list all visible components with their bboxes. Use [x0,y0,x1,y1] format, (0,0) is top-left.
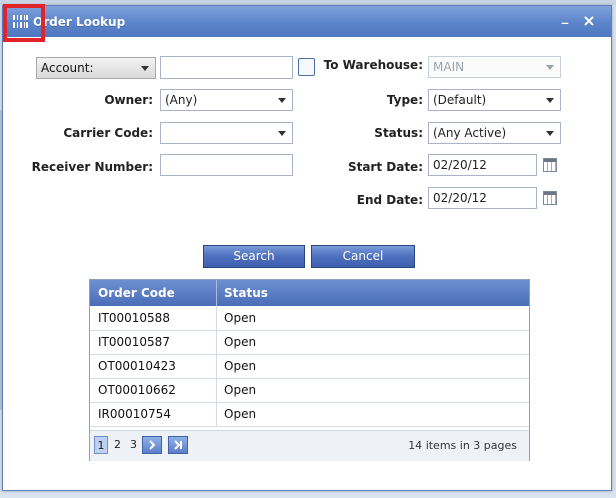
account-input[interactable] [160,56,293,79]
search-button[interactable]: Search [203,245,305,268]
column-header-order-code[interactable]: Order Code [98,286,175,300]
last-page-icon [174,440,182,450]
order-code-cell: IT00010587 [98,335,170,349]
type-label: Type: [386,93,423,107]
type-select[interactable]: (Default) [428,89,561,111]
chevron-down-icon [546,65,554,70]
chevron-down-icon [278,98,286,103]
minimize-button[interactable]: _ [557,10,573,26]
order-code-cell: OT00010423 [98,359,176,373]
owner-label: Owner: [104,93,153,107]
column-divider [216,280,217,306]
table-row[interactable]: OT00010662 Open [90,378,529,403]
account-type-value: Account: [41,61,94,75]
type-select-value: (Default) [433,93,487,107]
cell-divider [216,306,217,330]
window-title: Order Lookup [33,15,126,29]
receiver-number-label: Receiver Number: [31,160,153,174]
to-warehouse-value: MAIN [433,60,465,74]
orders-grid: Order Code Status IT00010588 Open IT0001… [89,279,530,461]
start-date-input[interactable]: 02/20/12 [428,154,537,176]
chevron-down-icon [141,66,149,71]
status-select-value: (Any Active) [433,126,507,140]
order-code-cell: IR00010754 [98,407,171,421]
last-page-button[interactable] [168,436,188,454]
cell-divider [216,402,217,426]
order-code-cell: OT00010662 [98,383,176,397]
end-date-calendar-icon[interactable] [543,191,557,205]
carrier-code-select[interactable] [160,122,293,144]
total-items-count: 14 [408,439,423,452]
order-lookup-window: Order Lookup _ × Account: Owner: (Any) C… [2,5,612,491]
chevron-down-icon [546,131,554,136]
table-row[interactable]: IT00010588 Open [90,306,529,331]
status-cell: Open [224,383,257,397]
grid-pager: 1 2 3 14 items in 3 pages [90,430,529,461]
page-3-link[interactable]: 3 [130,438,137,451]
carrier-code-label: Carrier Code: [63,126,153,140]
chevron-down-icon [278,131,286,136]
order-code-cell: IT00010588 [98,311,170,325]
start-date-value: 02/20/12 [433,158,487,172]
cell-divider [216,378,217,402]
status-select[interactable]: (Any Active) [428,122,561,144]
close-button[interactable]: × [581,13,597,29]
pager-info-text: items in 3 pages [425,439,517,452]
to-warehouse-label: To Warehouse: [323,58,423,72]
to-warehouse-select[interactable]: MAIN [428,56,561,78]
start-date-calendar-icon[interactable] [543,158,557,172]
status-cell: Open [224,407,257,421]
table-row[interactable]: IR00010754 Open [90,402,529,427]
account-type-select[interactable]: Account: [36,57,156,79]
chevron-down-icon [546,98,554,103]
end-date-value: 02/20/12 [433,191,487,205]
page-2-link[interactable]: 2 [114,438,121,451]
start-date-label: Start Date: [347,160,423,174]
column-header-status[interactable]: Status [224,286,268,300]
page-1-link[interactable]: 1 [94,436,108,454]
cancel-button[interactable]: Cancel [311,245,415,268]
status-cell: Open [224,311,257,325]
status-cell: Open [224,335,257,349]
pager-info: 14 items in 3 pages [408,439,517,452]
status-cell: Open [224,359,257,373]
receiver-number-input[interactable] [160,154,293,176]
cell-divider [216,330,217,354]
order-lookup-icon [12,15,29,28]
status-label: Status: [374,126,423,140]
account-checkbox[interactable] [298,58,315,76]
grid-header: Order Code Status [90,280,529,306]
window-titlebar[interactable]: Order Lookup _ × [3,6,611,37]
end-date-label: End Date: [356,193,423,207]
end-date-input[interactable]: 02/20/12 [428,187,537,209]
table-row[interactable]: OT00010423 Open [90,354,529,379]
owner-select[interactable]: (Any) [160,89,293,111]
table-row[interactable]: IT00010587 Open [90,330,529,355]
cell-divider [216,354,217,378]
next-page-icon [149,440,156,450]
next-page-button[interactable] [142,436,162,454]
owner-select-value: (Any) [165,93,198,107]
